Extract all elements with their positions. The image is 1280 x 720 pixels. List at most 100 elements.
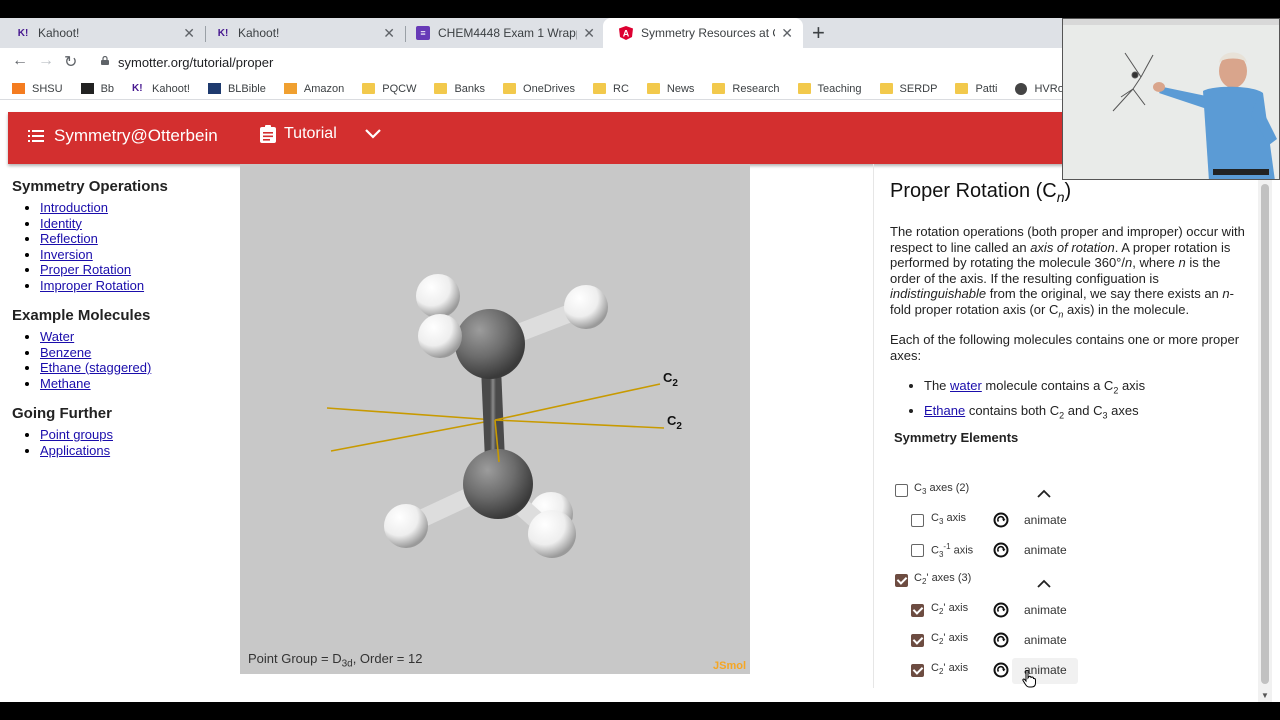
nav-link-inversion[interactable]: Inversion (40, 247, 93, 262)
axis-checkbox[interactable] (911, 604, 924, 617)
tutorial-menu[interactable]: Tutorial (260, 125, 381, 143)
bookmark-teaching[interactable]: Teaching (797, 82, 862, 95)
molecule-list-item: The water molecule contains a C2 axis (924, 376, 1145, 401)
chevron-up-icon[interactable] (1037, 576, 1051, 588)
folder-icon (712, 83, 726, 94)
nav-list-item: Ethane (staggered) (40, 360, 237, 376)
tab-symmetry-active[interactable]: A Symmetry Resources at Otterbein ✕ (603, 18, 803, 48)
bookmark-shsu[interactable]: SHSU (12, 83, 63, 95)
nav-list-item: Applications (40, 443, 237, 459)
bookmark-patti[interactable]: Patti (955, 83, 997, 95)
blackboard-icon (80, 83, 94, 94)
close-icon[interactable]: ✕ (183, 25, 195, 42)
bookmark-amazon[interactable]: Amazon (283, 83, 344, 95)
axis-label: C2' axis (931, 662, 968, 676)
browser-window: K! Kahoot! ✕ K! Kahoot! ✕ ≡ CHEM4448 Exa… (0, 18, 1280, 702)
nav-link-proper-rotation[interactable]: Proper Rotation (40, 262, 131, 277)
nav-link-benzene[interactable]: Benzene (40, 345, 91, 360)
text: C (914, 572, 922, 584)
nav-link-introduction[interactable]: Introduction (40, 200, 108, 215)
shsu-icon (12, 83, 25, 94)
bookmark-label: Teaching (817, 82, 862, 95)
ethane-molecule-model[interactable]: C2 C2 (240, 164, 750, 674)
forward-arrow-icon[interactable]: → (38, 52, 54, 70)
close-icon[interactable]: ✕ (383, 25, 395, 42)
c2-axis-line (330, 419, 496, 452)
animate-button[interactable]: animate (1024, 543, 1067, 557)
text: molecule contains a C (981, 378, 1114, 393)
animate-icon[interactable] (993, 542, 1009, 558)
nav-link-applications[interactable]: Applications (40, 443, 110, 458)
nav-link-water[interactable]: Water (40, 329, 74, 344)
bookmark-bb[interactable]: Bb (80, 83, 114, 95)
nav-link-point-groups[interactable]: Point groups (40, 427, 113, 442)
tab-kahoot-1[interactable]: K! Kahoot! ✕ (0, 18, 205, 48)
tab-title: Kahoot! (38, 26, 80, 40)
nav-link-improper-rotation[interactable]: Improper Rotation (40, 278, 144, 293)
brand-link[interactable]: Symmetry@Otterbein (28, 126, 218, 146)
kahoot-icon: K! (217, 27, 229, 39)
animate-button[interactable]: animate (1024, 513, 1067, 527)
url-field[interactable]: symotter.org/tutorial/proper (118, 55, 273, 70)
animate-button[interactable]: animate (1024, 633, 1067, 647)
axis-checkbox[interactable] (911, 664, 924, 677)
group-checkbox[interactable] (895, 574, 908, 587)
nav-link-ethane-staggered[interactable]: Ethane (staggered) (40, 360, 151, 375)
nav-link-methane[interactable]: Methane (40, 376, 91, 391)
group-checkbox[interactable] (895, 484, 908, 497)
axis-checkbox[interactable] (911, 514, 924, 527)
bookmark-label: Banks (454, 82, 486, 95)
nav-section-heading: Symmetry Operations (12, 178, 168, 195)
bookmark-research[interactable]: Research (712, 82, 780, 95)
animate-button[interactable]: animate (1024, 603, 1067, 617)
animate-icon[interactable] (993, 602, 1009, 618)
animate-icon[interactable] (993, 662, 1009, 678)
text: ' axis (943, 662, 969, 674)
bookmark-kahoot-[interactable]: K! Kahoot! (132, 83, 190, 95)
nav-link-identity[interactable]: Identity (40, 216, 82, 231)
new-tab-icon[interactable]: + (812, 20, 825, 46)
bookmark-banks[interactable]: Banks (434, 83, 485, 95)
nav-link-reflection[interactable]: Reflection (40, 231, 98, 246)
axis-checkbox[interactable] (911, 544, 924, 557)
molecule-link-ethane[interactable]: Ethane (924, 403, 965, 418)
close-icon[interactable]: ✕ (781, 25, 793, 42)
molecule-link-water[interactable]: water (950, 378, 982, 393)
bookmark-blbible[interactable]: BLBible (207, 83, 266, 95)
globe-icon (1015, 82, 1028, 95)
axis-checkbox[interactable] (911, 634, 924, 647)
tab-chem4448[interactable]: ≡ CHEM4448 Exam 1 Wrapper - Go ✕ (400, 18, 605, 48)
text: ' axes (3) (926, 572, 972, 584)
bookmark-rc[interactable]: RC (593, 83, 629, 95)
tab-kahoot-2[interactable]: K! Kahoot! ✕ (200, 18, 405, 48)
close-icon[interactable]: ✕ (583, 25, 595, 42)
nav-list-item: Improper Rotation (40, 278, 237, 294)
folder-icon (503, 83, 517, 94)
axis-label: C3 axis (931, 512, 966, 526)
scroll-down-arrow-icon[interactable]: ▼ (1261, 691, 1269, 700)
reload-icon[interactable]: ↻ (64, 52, 77, 72)
scrollbar-thumb[interactable] (1261, 184, 1269, 684)
bookmark-pqcw[interactable]: PQCW (362, 83, 416, 95)
jsmol-viewer[interactable]: C2 C2 Point Group = D3d, Order = 12 JSmo… (240, 164, 750, 674)
bookmark-label: RC (613, 82, 629, 95)
tutorial-label: Tutorial (284, 125, 337, 142)
bookmark-label: Research (732, 82, 780, 95)
nav-list-item: Point groups (40, 427, 237, 443)
list-icon (28, 130, 44, 142)
text: C (931, 602, 939, 614)
bookmark-news[interactable]: News (646, 83, 694, 95)
carbon-atom (455, 309, 525, 379)
chevron-up-icon[interactable] (1037, 486, 1051, 498)
bookmark-onedrives[interactable]: OneDrives (503, 83, 575, 95)
tab-title: Kahoot! (238, 26, 280, 40)
page-scrollbar[interactable]: ▼ (1258, 164, 1272, 702)
bookmark-serdp[interactable]: SERDP (879, 83, 937, 95)
molecule-list-item: Ethane contains both C2 and C3 axes (924, 401, 1145, 426)
text: and C (1064, 402, 1103, 418)
lock-icon[interactable] (101, 56, 109, 65)
animate-icon[interactable] (993, 512, 1009, 528)
kahoot-icon: K! (17, 27, 29, 39)
animate-icon[interactable] (993, 632, 1009, 648)
back-arrow-icon[interactable]: ← (12, 52, 28, 70)
